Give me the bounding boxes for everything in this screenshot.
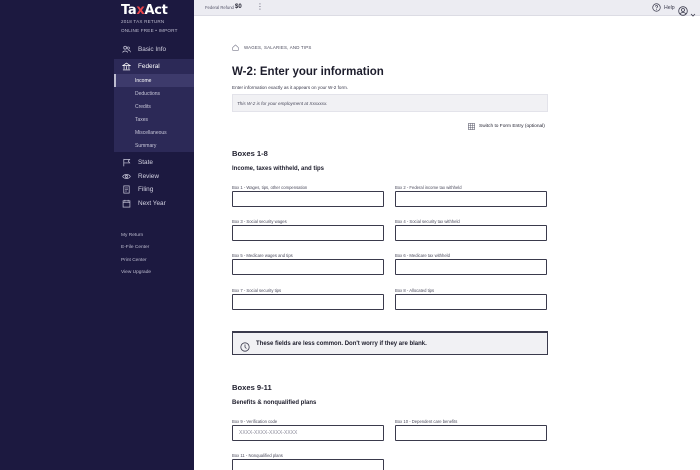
section-boxes-1-8-subtitle: Income, taxes withheld, and tips: [232, 166, 325, 172]
flag-icon: [121, 157, 131, 167]
section-boxes-9-11-subtitle: Benefits & nonqualified plans: [232, 400, 317, 406]
question-circle-icon: [652, 3, 661, 12]
box5-input[interactable]: [232, 259, 384, 275]
nav-next-year-label: Next Year: [138, 199, 166, 207]
taxact-logo[interactable]: TaxAct: [121, 3, 168, 18]
grid-icon: [468, 123, 475, 130]
box2-label: Box 2 - Federal income tax withheld: [395, 185, 462, 190]
folder-icon: [121, 184, 131, 194]
people-icon: [121, 44, 131, 54]
link-view-upgrade[interactable]: View Upgrade: [121, 270, 151, 275]
nav-federal[interactable]: Federal: [114, 59, 194, 74]
switch-form-entry-label: Switch to Form Entry (optional): [479, 124, 545, 129]
section-boxes-9-11-title: Boxes 9-11: [232, 383, 272, 392]
page-title: W-2: Enter your information: [232, 66, 384, 78]
box7-input[interactable]: [232, 294, 384, 310]
nav-filing-label: Filing: [138, 185, 154, 193]
chevron-down-icon: [690, 5, 696, 17]
nav-filing[interactable]: Filing: [114, 182, 194, 196]
nav-state[interactable]: State: [114, 155, 194, 169]
help-label: Help: [664, 4, 675, 11]
subnav-credits[interactable]: Credits: [114, 100, 194, 113]
less-common-fields-banner: These fields are less common. Don't worr…: [232, 331, 548, 355]
breadcrumb: WAGES, SALARIES, AND TIPS: [232, 44, 311, 51]
box3-input[interactable]: [232, 225, 384, 241]
section-boxes-1-8-title: Boxes 1-8: [232, 149, 268, 158]
help-button[interactable]: Help: [652, 3, 675, 12]
eye-icon: [121, 171, 131, 181]
box6-label: Box 6 - Medicare tax withheld: [395, 253, 450, 258]
box1-input[interactable]: [232, 191, 384, 207]
house-icon: [232, 44, 239, 51]
nav-federal-label: Federal: [138, 63, 160, 70]
box11-label: Box 11 - Nonqualified plans: [232, 453, 283, 458]
plan-label: ONLINE FREE • IMPORT: [121, 28, 178, 33]
box2-input[interactable]: [395, 191, 547, 207]
box8-label: Box 8 - Allocated tips: [395, 288, 435, 293]
more-options-icon[interactable]: ⋮: [256, 3, 264, 11]
subnav-deductions[interactable]: Deductions: [114, 87, 194, 100]
link-efile-center[interactable]: E-File Center: [121, 245, 149, 250]
top-bar: Federal Refund $0 ⋮ Help: [194, 0, 700, 17]
box4-label: Box 4 - Social security tax withheld: [395, 219, 460, 224]
box7-label: Box 7 - Social security tips: [232, 288, 282, 293]
nav-state-label: State: [138, 158, 153, 166]
employer-notice-text: This W-2 is for your employment at Xxxxx…: [237, 101, 328, 106]
subnav-income[interactable]: Income: [114, 74, 194, 87]
calendar-icon: [121, 198, 131, 208]
box10-input[interactable]: [395, 425, 547, 441]
switch-form-entry-link[interactable]: Switch to Form Entry (optional): [468, 123, 545, 130]
box3-label: Box 3 - Social security wages: [232, 219, 287, 224]
subnav-summary[interactable]: Summary: [114, 139, 194, 152]
account-menu[interactable]: [678, 3, 696, 17]
box9-input[interactable]: [232, 425, 384, 441]
breadcrumb-label: WAGES, SALARIES, AND TIPS: [244, 45, 312, 50]
nav-next-year[interactable]: Next Year: [114, 196, 194, 210]
federal-refund-value: $0: [235, 4, 242, 10]
box1-label: Box 1 - Wages, tips, other compensation: [232, 185, 308, 190]
return-year-label: 2018 TAX RETURN: [121, 19, 165, 24]
box11-input[interactable]: [232, 459, 384, 470]
sidebar: TaxAct 2018 TAX RETURN ONLINE FREE • IMP…: [0, 0, 194, 470]
subnav-taxes[interactable]: Taxes: [114, 113, 194, 126]
nav-basic-info[interactable]: Basic Info: [114, 42, 194, 56]
box6-input[interactable]: [395, 259, 547, 275]
nav-review[interactable]: Review: [114, 169, 194, 183]
user-circle-icon: [678, 3, 688, 16]
box8-input[interactable]: [395, 294, 547, 310]
link-my-return[interactable]: My Return: [121, 233, 143, 238]
federal-refund-label: Federal Refund: [205, 5, 234, 10]
subnav-miscellaneous[interactable]: Miscellaneous: [114, 126, 194, 139]
box9-label: Box 9 - Verification code: [232, 419, 278, 424]
less-common-fields-text: These fields are less common. Don't worr…: [256, 340, 427, 347]
link-print-center[interactable]: Print Center: [121, 258, 147, 263]
nav-basic-info-label: Basic Info: [138, 45, 167, 53]
intro-text: Enter information exactly as it appears …: [232, 85, 349, 90]
clock-icon: [240, 339, 250, 352]
capitol-icon: [121, 62, 131, 72]
box10-label: Box 10 - Dependent care benefits: [395, 419, 458, 424]
box4-input[interactable]: [395, 225, 547, 241]
nav-review-label: Review: [138, 172, 159, 180]
box5-label: Box 5 - Medicare wages and tips: [232, 253, 293, 258]
